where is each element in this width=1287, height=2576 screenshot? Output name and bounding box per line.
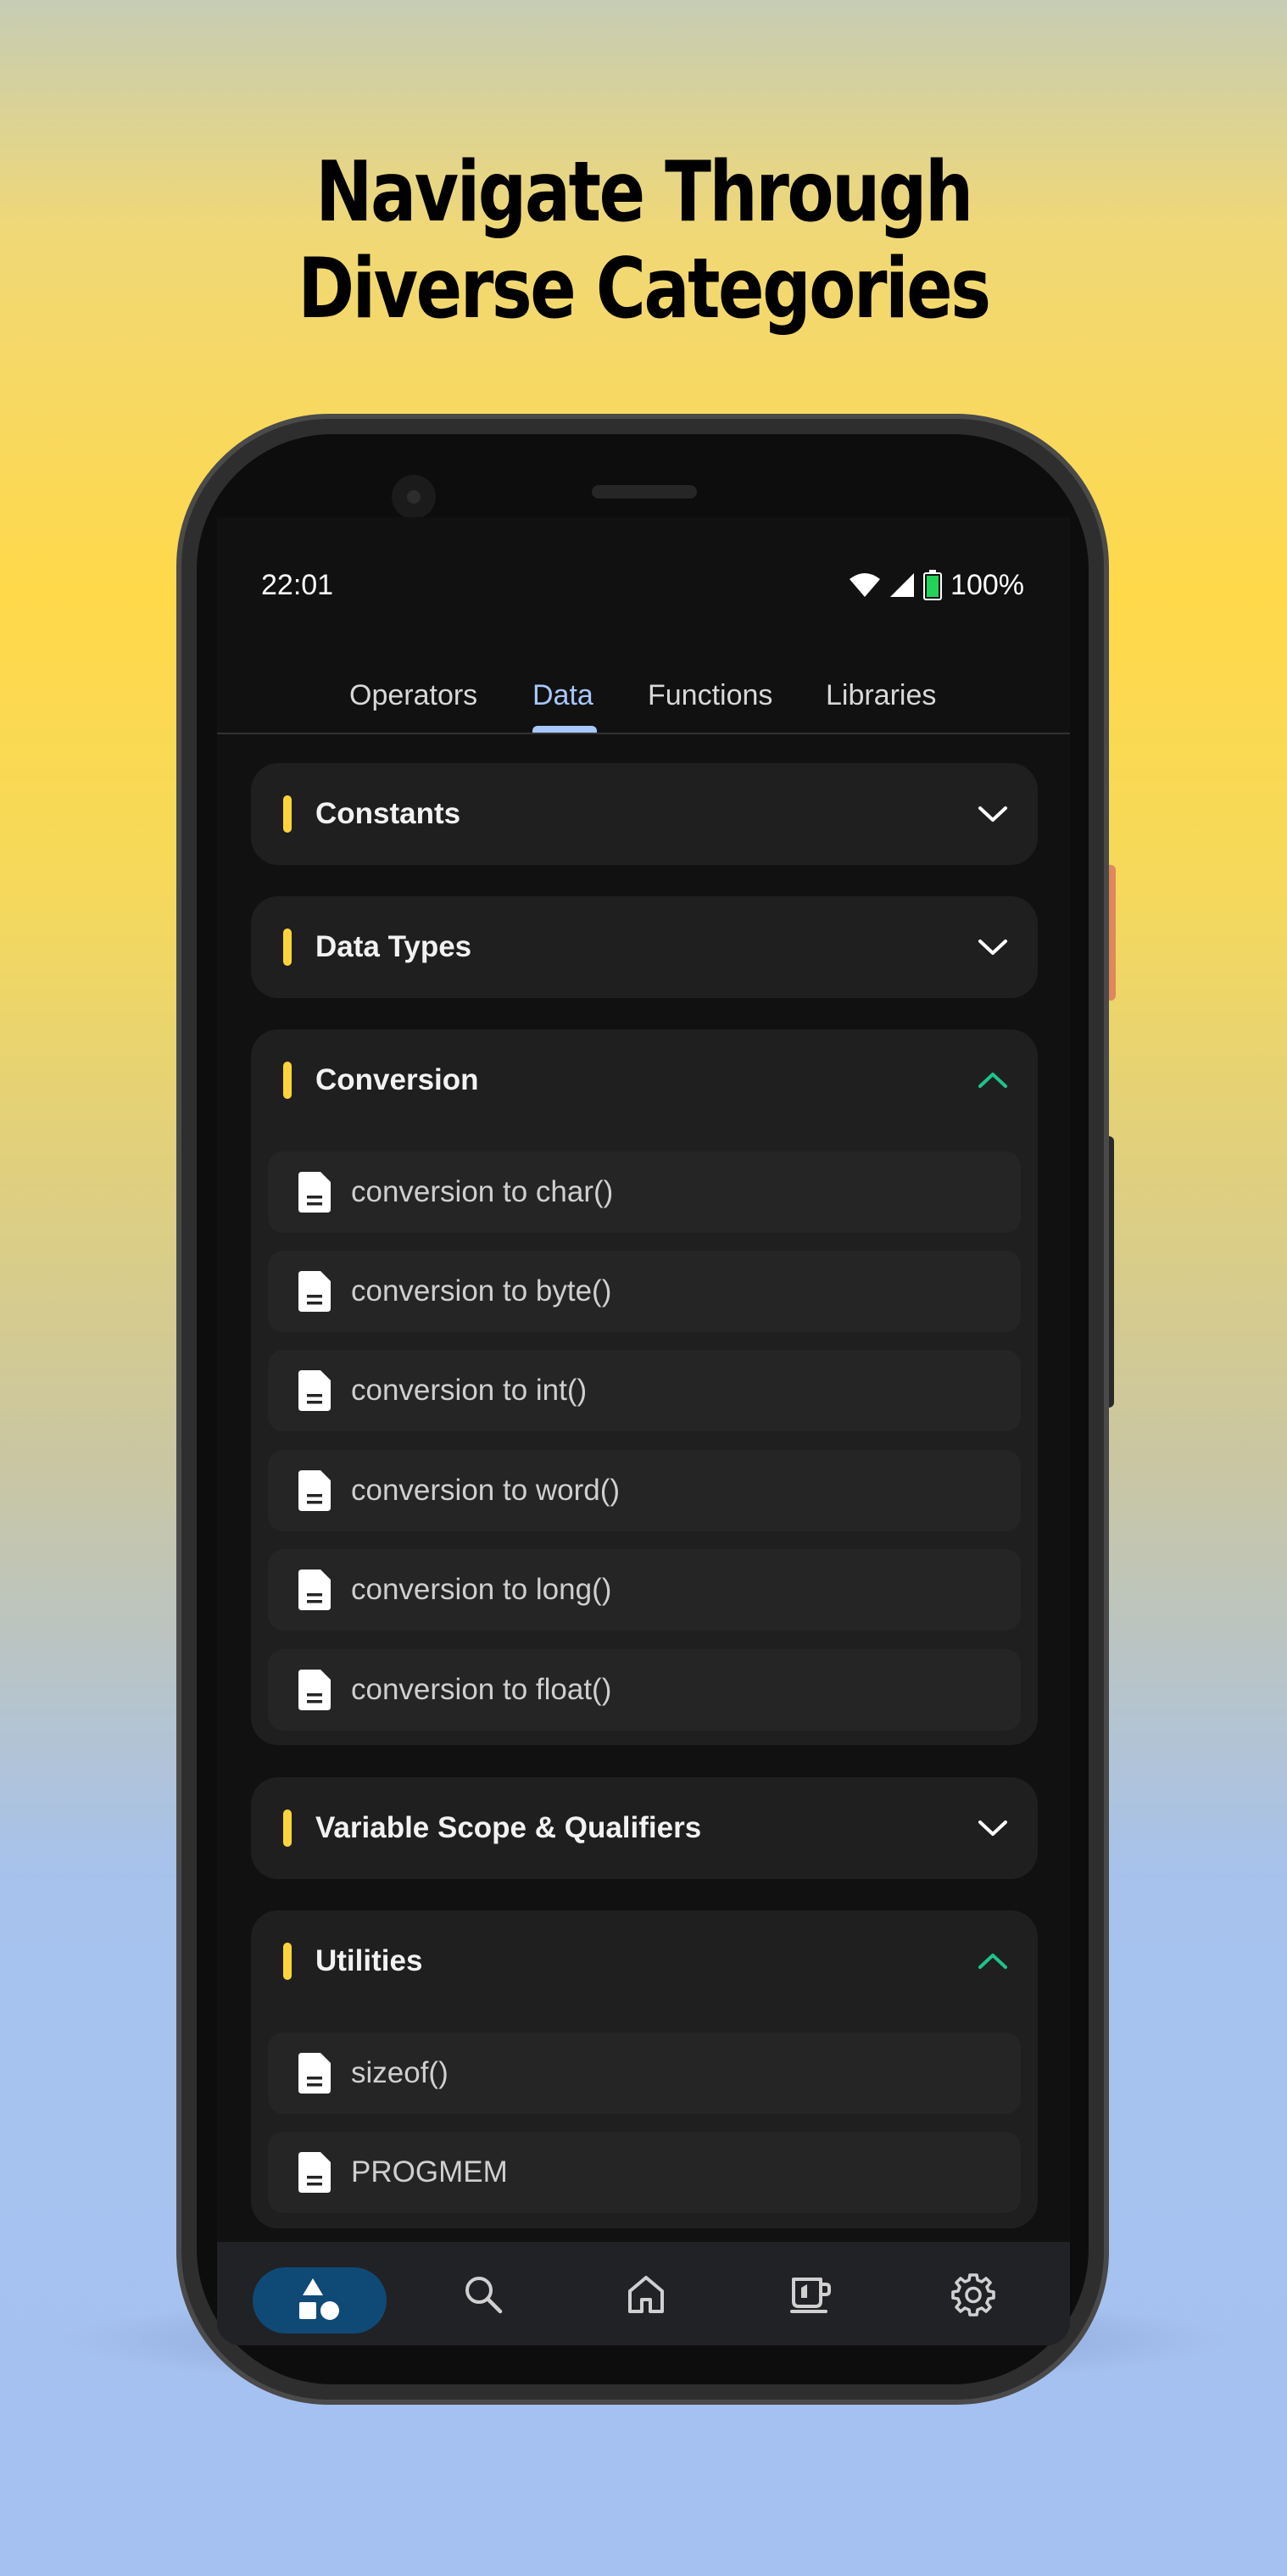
status-icons: 100% (849, 560, 1024, 611)
search-icon (465, 2277, 503, 2314)
list-item[interactable]: conversion to char() (268, 1151, 1021, 1233)
section-header[interactable]: Utilities (251, 1910, 1038, 2012)
battery-icon (923, 570, 943, 600)
section-variable-scope: Variable Scope & Qualifiers (251, 1777, 1038, 1879)
chevron-down-icon[interactable] (977, 934, 1009, 961)
section-header[interactable]: Constants (251, 763, 1038, 865)
document-icon (298, 1470, 331, 1511)
nav-categories[interactable] (253, 2267, 387, 2333)
item-label: PROGMEM (351, 2155, 508, 2188)
document-icon (298, 1570, 331, 1610)
section-title: Conversion (315, 1063, 479, 1096)
earpiece-speaker (592, 485, 697, 499)
item-label: conversion to int() (351, 1374, 588, 1407)
nav-home[interactable] (619, 2267, 673, 2322)
section-constants: Constants (251, 763, 1038, 865)
list-item[interactable]: conversion to float() (268, 1649, 1021, 1731)
tab-libraries[interactable]: Libraries (826, 661, 936, 729)
battery-percent: 100% (950, 568, 1024, 601)
item-label: conversion to float() (351, 1673, 612, 1706)
headline: Navigate Through Diverse Categories (116, 144, 1172, 337)
active-tab-indicator (532, 726, 597, 733)
list-item[interactable]: PROGMEM (268, 2132, 1021, 2213)
section-accent-bar (283, 1809, 292, 1847)
bottom-navigation (217, 2242, 1070, 2345)
status-bar: 22:01 100% (217, 560, 1070, 611)
chevron-down-icon[interactable] (977, 800, 1009, 828)
section-header[interactable]: Conversion (251, 1029, 1038, 1131)
coffee-cup-icon (790, 2278, 831, 2313)
section-accent-bar (283, 795, 292, 833)
section-header[interactable]: Variable Scope & Qualifiers (251, 1777, 1038, 1879)
headline-line-2: Diverse Categories (298, 241, 991, 337)
category-tabs: Operators Data Functions Libraries (217, 661, 1070, 734)
section-conversion: Conversion conversion to char() conversi… (251, 1029, 1038, 1745)
headline-line-1: Navigate Through (315, 144, 973, 241)
wifi-icon (850, 573, 881, 597)
item-label: sizeof() (351, 2056, 448, 2089)
section-header[interactable]: Data Types (251, 896, 1038, 998)
document-icon (298, 1370, 331, 1411)
item-label: conversion to word() (351, 1474, 621, 1507)
home-icon (628, 2276, 664, 2313)
section-title: Data Types (315, 930, 472, 963)
document-icon (298, 2152, 331, 2193)
section-utilities: Utilities sizeof() PROGMEM (251, 1910, 1038, 2228)
section-title: Constants (315, 797, 461, 830)
tab-functions[interactable]: Functions (648, 661, 772, 729)
document-icon (298, 1172, 331, 1213)
app-screen: 22:01 100% Operators Data Functions Libr… (217, 517, 1070, 2345)
list-item[interactable]: conversion to long() (268, 1549, 1021, 1631)
tab-data[interactable]: Data (532, 661, 593, 729)
list-item[interactable]: conversion to word() (268, 1450, 1021, 1531)
list-item[interactable]: sizeof() (268, 2032, 1021, 2114)
gear-icon (951, 2273, 995, 2317)
document-icon (298, 1271, 331, 1312)
document-icon (298, 2053, 331, 2094)
chevron-up-icon[interactable] (977, 1948, 1009, 1975)
nav-search[interactable] (456, 2267, 510, 2322)
section-title: Utilities (315, 1944, 423, 1977)
section-accent-bar (283, 928, 292, 966)
item-label: conversion to byte() (351, 1274, 612, 1308)
list-item[interactable]: conversion to int() (268, 1350, 1021, 1431)
section-data-types: Data Types (251, 896, 1038, 998)
document-icon (298, 1670, 331, 1710)
categories-icon (299, 2278, 339, 2320)
status-time: 22:01 (261, 569, 334, 601)
section-accent-bar (283, 1943, 292, 1980)
chevron-down-icon[interactable] (977, 1815, 1009, 1842)
chevron-up-icon[interactable] (977, 1067, 1009, 1094)
nav-settings[interactable] (946, 2267, 1000, 2322)
item-label: conversion to char() (351, 1175, 614, 1208)
front-camera (392, 475, 436, 519)
section-accent-bar (283, 1062, 292, 1099)
list-item[interactable]: conversion to byte() (268, 1251, 1021, 1332)
nav-support[interactable] (783, 2267, 838, 2322)
section-title: Variable Scope & Qualifiers (315, 1811, 702, 1844)
signal-icon (890, 573, 915, 597)
tab-operators[interactable]: Operators (349, 661, 477, 729)
item-label: conversion to long() (351, 1573, 612, 1606)
